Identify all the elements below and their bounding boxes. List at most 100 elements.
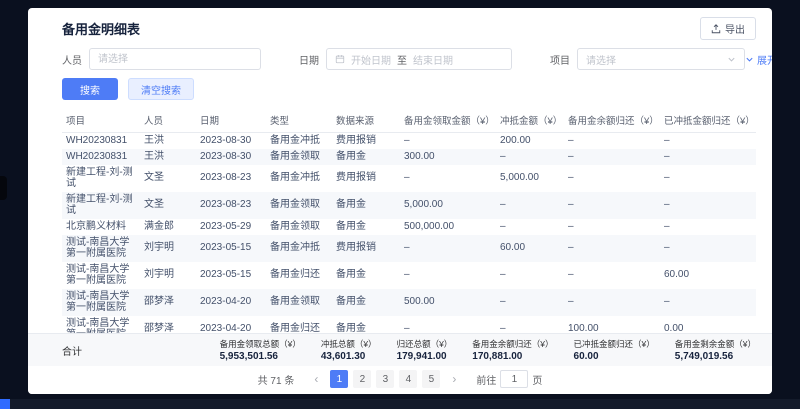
cell-type: 备用金归还 [266,262,332,289]
table-row[interactable]: WH20230831王洪2023-08-30备用金领取备用金300.00––– [62,149,756,165]
page-button-5[interactable]: 5 [422,370,440,388]
cell-received: 300.00 [400,149,496,165]
cell-balance_return: – [564,165,660,192]
cell-person: 王洪 [140,133,196,149]
cell-date: 2023-05-15 [196,235,266,262]
table-row[interactable]: WH20230831王洪2023-08-30备用金冲抵费用报销–200.00–– [62,133,756,149]
cell-balance_return: – [564,192,660,219]
cell-type: 备用金领取 [266,192,332,219]
table-row[interactable]: 测试-南昌大学第一附属医院邵梦泽2023-04-20备用金归还备用金––100.… [62,316,756,334]
cell-person: 王洪 [140,149,196,165]
cell-offset_return: 60.00 [660,262,756,289]
date-separator: 至 [397,52,407,67]
summary-item-value: 60.00 [574,351,655,362]
table-container: 项目人员日期类型数据来源备用金领取金额（¥）冲抵金额（¥）备用金余额归还（¥）已… [28,108,772,333]
expand-chevron-icon [745,55,754,64]
cell-project: WH20230831 [62,149,140,165]
cell-source: 费用报销 [332,133,400,149]
cell-offset_return: – [660,219,756,235]
pagination-total: 共 71 条 [258,372,295,387]
cell-offset: – [496,262,564,289]
cell-offset: – [496,149,564,165]
cell-project: 测试-南昌大学第一附属医院 [62,289,140,316]
cell-source: 备用金 [332,149,400,165]
cell-offset: – [496,316,564,334]
column-header: 类型 [266,108,332,133]
date-end-placeholder: 结束日期 [413,52,453,67]
table-row[interactable]: 测试-南昌大学第一附属医院刘宇明2023-05-15备用金归还备用金–––60.… [62,262,756,289]
cell-project: 北京鹏义材料 [62,219,140,235]
project-filter-select[interactable]: 请选择 [577,48,745,70]
cell-received: – [400,133,496,149]
page-button-4[interactable]: 4 [399,370,417,388]
cell-balance_return: – [564,289,660,316]
column-header: 日期 [196,108,266,133]
page-button-3[interactable]: 3 [376,370,394,388]
cell-type: 备用金领取 [266,289,332,316]
person-filter-input[interactable] [89,48,261,70]
table-row[interactable]: 新建工程-刘-测试文圣2023-08-23备用金冲抵费用报销–5,000.00–… [62,165,756,192]
clear-search-button[interactable]: 清空搜索 [128,78,194,100]
date-range-picker[interactable]: 开始日期 至 结束日期 [326,48,512,70]
cell-source: 备用金 [332,316,400,334]
cell-type: 备用金冲抵 [266,165,332,192]
search-button[interactable]: 搜索 [62,78,118,100]
cell-received: – [400,235,496,262]
export-label: 导出 [725,21,745,36]
cell-offset_return: 0.00 [660,316,756,334]
goto-page-input[interactable] [500,370,528,388]
cell-offset: 60.00 [496,235,564,262]
cell-person: 满金郎 [140,219,196,235]
cell-balance_return: – [564,262,660,289]
column-header: 备用金余额归还（¥） [564,108,660,133]
cell-received: 500.00 [400,289,496,316]
cell-received: – [400,165,496,192]
page-button-2[interactable]: 2 [353,370,371,388]
summary-item-value: 43,601.30 [321,351,377,362]
project-filter-group: 项目 请选择 [550,48,745,70]
column-header: 项目 [62,108,140,133]
person-filter-label: 人员 [62,52,82,67]
summary-item-label: 备用金剩余金额（¥） [675,338,756,350]
expand-filters-link[interactable]: 展开筛选 [745,52,772,67]
summary-item: 备用金剩余金额（¥）5,749,019.56 [675,338,756,362]
table-row[interactable]: 测试-南昌大学第一附属医院刘宇明2023-05-15备用金冲抵费用报销–60.0… [62,235,756,262]
prev-page-button[interactable]: ‹ [307,370,325,388]
cell-person: 邵梦泽 [140,289,196,316]
date-filter-label: 日期 [299,52,319,67]
summary-item-label: 备用金领取总额（¥） [220,338,301,350]
petty-cash-detail-panel: 备用金明细表 导出 人员 日期 开始日期 至 结束日期 项目 [28,8,772,394]
cell-person: 文圣 [140,192,196,219]
sidebar-drawer-handle[interactable] [0,176,7,200]
cell-balance_return: – [564,219,660,235]
table-row[interactable]: 测试-南昌大学第一附属医院邵梦泽2023-04-20备用金领取备用金500.00… [62,289,756,316]
table-row[interactable]: 北京鹏义材料满金郎2023-05-29备用金领取备用金500,000.00––– [62,219,756,235]
goto-prefix-label: 前往 [476,372,496,387]
summary-item: 备用金领取总额（¥）5,953,501.56 [220,338,301,362]
cell-project: WH20230831 [62,133,140,149]
bottom-taskbar [0,399,800,409]
cell-received: – [400,262,496,289]
summary-item-value: 179,941.00 [397,351,453,362]
cell-type: 备用金领取 [266,149,332,165]
cell-received: 500,000.00 [400,219,496,235]
export-button[interactable]: 导出 [700,17,756,40]
summary-item-value: 170,881.00 [472,351,553,362]
cell-date: 2023-08-23 [196,165,266,192]
page-button-1[interactable]: 1 [330,370,348,388]
person-filter-group: 人员 [62,48,261,70]
summary-item-label: 冲抵总额（¥） [321,338,377,350]
summary-item-value: 5,953,501.56 [220,351,301,362]
table-row[interactable]: 新建工程-刘-测试文圣2023-08-23备用金领取备用金5,000.00––– [62,192,756,219]
cell-balance_return: 100.00 [564,316,660,334]
summary-total-label: 合计 [62,343,102,358]
cell-project: 新建工程-刘-测试 [62,165,140,192]
cell-offset_return: – [660,165,756,192]
cell-source: 备用金 [332,192,400,219]
petty-cash-table: 项目人员日期类型数据来源备用金领取金额（¥）冲抵金额（¥）备用金余额归还（¥）已… [62,108,756,333]
next-page-button[interactable]: › [445,370,463,388]
cell-date: 2023-05-29 [196,219,266,235]
cell-type: 备用金领取 [266,219,332,235]
cell-date: 2023-04-20 [196,316,266,334]
cell-type: 备用金归还 [266,316,332,334]
